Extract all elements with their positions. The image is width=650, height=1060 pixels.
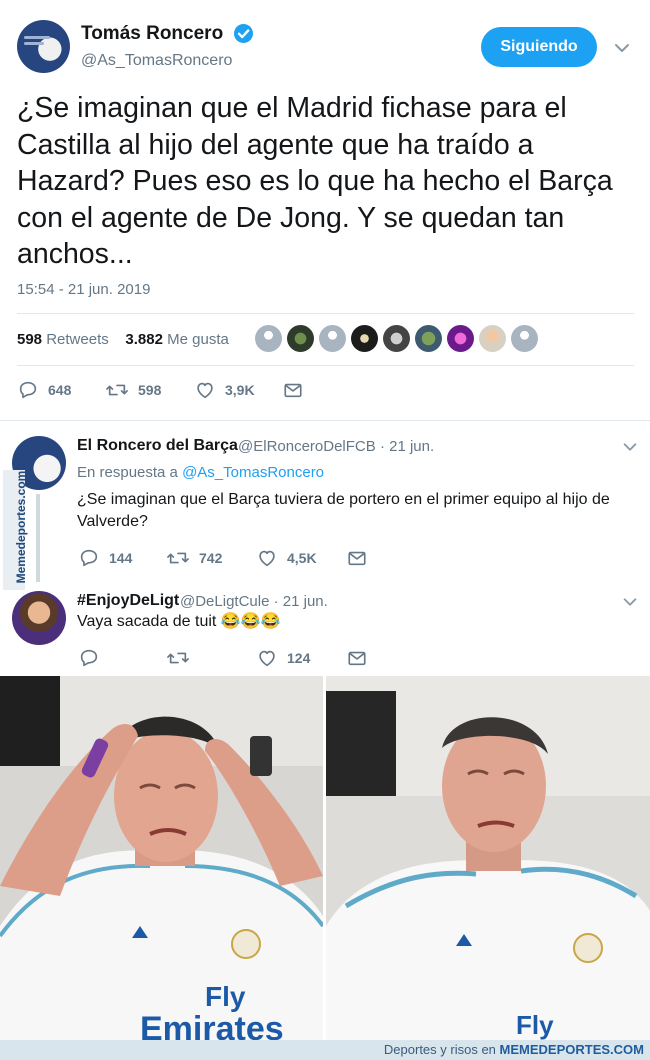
reply-button[interactable]	[78, 646, 109, 670]
svg-text:Fly: Fly	[516, 1010, 554, 1040]
svg-text:Fly: Fly	[205, 981, 246, 1012]
liker-avatar[interactable]	[319, 325, 346, 352]
liker-avatar[interactable]	[351, 325, 378, 352]
liker-avatar[interactable]	[255, 325, 282, 352]
mail-icon	[284, 383, 302, 398]
footer-text: Deportes y risos en MEMEDEPORTES.COM	[383, 1042, 644, 1057]
heart-icon	[197, 382, 213, 399]
heart-icon	[259, 650, 275, 667]
chevron-down-icon[interactable]	[621, 593, 639, 611]
message-button[interactable]	[347, 546, 376, 570]
reply-text: ¿Se imaginan que el Barça tuviera de por…	[77, 491, 610, 530]
retweet-icon	[167, 552, 189, 564]
likes-stat[interactable]: 3.882 Me gusta	[125, 331, 228, 348]
divider	[17, 313, 634, 314]
message-button[interactable]	[283, 378, 312, 402]
retweet-button[interactable]	[166, 646, 199, 670]
reply-to-link[interactable]: @As_TomasRoncero	[182, 464, 324, 481]
retweet-button[interactable]: 598	[105, 378, 161, 402]
liker-avatar[interactable]	[447, 325, 474, 352]
reply-author-name[interactable]: El Roncero del Barça	[77, 437, 238, 455]
author-handle[interactable]: @As_TomasRoncero	[81, 52, 232, 70]
liker-avatar[interactable]	[287, 325, 314, 352]
retweet-icon	[167, 652, 189, 664]
reply-icon	[19, 381, 37, 399]
thread-line	[36, 494, 40, 582]
like-button[interactable]: 3,9K	[194, 378, 255, 402]
reply-to-line: En respuesta a @As_TomasRoncero	[77, 464, 325, 481]
heart-icon	[259, 550, 275, 567]
following-button[interactable]: Siguiendo	[481, 27, 597, 67]
reply-text: Vaya sacada de tuit 😂😂😂	[77, 613, 281, 630]
reply-author-name[interactable]: #EnjoyDeLigt	[77, 592, 179, 610]
photo-crying-man-left: Fly Emirates	[0, 676, 323, 1040]
mail-icon	[348, 651, 366, 666]
chevron-down-icon[interactable]	[621, 438, 639, 456]
like-button[interactable]: 4,5K	[256, 546, 317, 570]
tweet-text: ¿Se imaginan que el Madrid fichase para …	[17, 92, 613, 270]
liker-avatar[interactable]	[415, 325, 442, 352]
svg-text:Emirates: Emirates	[140, 1010, 284, 1040]
reply-icon	[80, 649, 98, 667]
author-name[interactable]: Tomás Roncero	[81, 23, 223, 45]
reply-avatar[interactable]	[12, 591, 66, 645]
retweet-icon	[106, 384, 128, 396]
reply-author-meta[interactable]: @DeLigtCule · 21 jun.	[180, 593, 328, 610]
photo-crying-man-right: Fly	[326, 676, 650, 1040]
reply-icon	[80, 549, 98, 567]
reply-button[interactable]: 144	[78, 546, 132, 570]
tweet-timestamp[interactable]: 15:54 - 21 jun. 2019	[17, 281, 150, 298]
verified-badge-icon	[234, 24, 253, 43]
liker-avatar[interactable]	[479, 325, 506, 352]
chevron-down-icon[interactable]	[612, 38, 632, 58]
footer-watermark: Deportes y risos en MEMEDEPORTES.COM	[0, 1040, 650, 1060]
divider	[0, 420, 650, 421]
liker-avatar[interactable]	[511, 325, 538, 352]
liker-avatar[interactable]	[383, 325, 410, 352]
retweet-button[interactable]: 742	[166, 546, 222, 570]
reply-author-meta[interactable]: @ElRonceroDelFCB · 21 jun.	[238, 438, 434, 455]
reply-button[interactable]: 648	[17, 378, 71, 402]
author-avatar[interactable]	[17, 20, 70, 73]
mail-icon	[348, 551, 366, 566]
watermark-vertical: Memedeportes.com	[3, 470, 28, 590]
tweet-stats: 598 Retweets 3.882 Me gusta	[17, 331, 229, 348]
divider	[17, 365, 634, 366]
main-tweet-header: Tomás Roncero @As_TomasRoncero Siguiendo	[0, 0, 650, 85]
message-button[interactable]	[347, 646, 376, 670]
like-button[interactable]: 124	[256, 646, 310, 670]
retweets-stat[interactable]: 598 Retweets	[17, 331, 109, 348]
